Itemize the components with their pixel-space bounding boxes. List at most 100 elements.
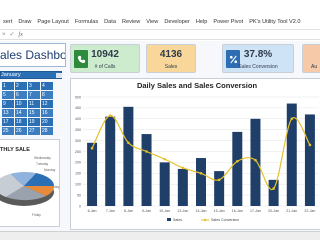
y-tick-label: 250 [75, 150, 81, 154]
sales-bar[interactable] [196, 158, 206, 206]
sales-conversion-point[interactable] [108, 114, 112, 117]
daily-sales-chart: Daily Sales and Sales Conversion 6-Jan 7-… [75, 81, 319, 222]
kpi-sales-value: 4136 [159, 49, 183, 60]
tab-page-layout[interactable]: Page Layout [34, 19, 71, 25]
calendar-day[interactable]: 25 [2, 127, 14, 135]
sales-bar[interactable] [159, 162, 170, 206]
sales-conversion-point[interactable] [254, 158, 257, 162]
tab-insert[interactable]: sert [0, 19, 15, 25]
calendar-day[interactable]: 28 [41, 127, 53, 135]
sales-bar[interactable] [214, 171, 225, 206]
x-tick-label: 13-Jan [177, 209, 188, 213]
sales-conversion-point[interactable] [163, 157, 166, 161]
sales-conversion-point[interactable] [199, 172, 203, 175]
sales-conversion-point[interactable] [90, 146, 94, 150]
calendar-day[interactable]: 6 [15, 91, 27, 99]
tab-formulas[interactable]: Formulas [72, 19, 101, 25]
kpi-sales-card[interactable]: 4136 Sales [146, 44, 196, 73]
calendar-day[interactable]: 1 [2, 82, 14, 90]
sales-bar[interactable] [268, 179, 279, 206]
sales-conversion-point[interactable] [308, 143, 312, 147]
calendar-day[interactable]: 27 [28, 127, 40, 135]
calendar-day[interactable]: 10 [15, 100, 27, 108]
kpi-conversion-card[interactable]: 37.8% Sales Conversion [222, 44, 294, 73]
x-tick-label: 8-Jan [124, 209, 133, 213]
sales-conversion-point[interactable] [127, 141, 130, 145]
sales-bar[interactable] [177, 168, 188, 206]
calendar-day[interactable]: 14 [15, 109, 27, 117]
calendar-day[interactable]: 9 [2, 100, 14, 108]
y-tick-label: 0 [79, 204, 81, 208]
x-tick-label: 14-Jan [196, 209, 207, 213]
calendar-day[interactable]: 19 [28, 118, 40, 126]
check-icon[interactable]: ✓ [10, 31, 15, 38]
y-tick-label: 150 [75, 172, 81, 176]
tab-help[interactable]: Help [193, 19, 211, 25]
ribbon-tabs: sert Draw Page Layout Formulas Data Revi… [0, 14, 320, 30]
y-tick-label: 400 [75, 117, 81, 121]
x-tick-label: 17-Jan [250, 209, 261, 213]
chart-title: Daily Sales and Sales Conversion [137, 81, 257, 90]
kpi-extra-card[interactable]: Au [302, 44, 320, 73]
calendar-day[interactable]: 11 [28, 100, 40, 108]
y-tick-label: 300 [75, 139, 81, 143]
sales-conversion-point[interactable] [181, 166, 185, 170]
calendar-day[interactable]: 16 [41, 109, 53, 117]
pie-label-wednesday: Wednesday [34, 156, 51, 160]
filter-clear-icon[interactable] [56, 73, 62, 78]
x-tick-label: 20-Jan [268, 209, 279, 213]
calendar-day[interactable]: 18 [15, 118, 27, 126]
tab-developer[interactable]: Developer [161, 19, 193, 25]
calendar-day[interactable]: 26 [15, 127, 27, 135]
kpi-conversion-label: Sales Conversion [238, 64, 278, 70]
legend-label-sales: Sales [173, 218, 182, 222]
calendar-day[interactable]: 4 [41, 82, 53, 90]
dashboard-title-box: Sales Dashboard [0, 43, 66, 67]
tab-draw[interactable]: Draw [15, 19, 34, 25]
kpi-calls-value: 10942 [91, 49, 119, 60]
x-tick-label: 7-Jan [106, 209, 115, 213]
tab-utility-tool[interactable]: PK's Utility Tool V2.0 [246, 19, 303, 25]
sales-bar[interactable] [105, 116, 116, 206]
sales-bar[interactable] [87, 142, 98, 206]
sheet-tab-strip [0, 231, 320, 240]
sales-bar[interactable] [232, 131, 243, 206]
x-tick-label: 22-Jan [304, 209, 315, 213]
sales-conversion-point[interactable] [272, 187, 275, 190]
sales-conversion-point[interactable] [236, 160, 239, 163]
tab-data[interactable]: Data [101, 19, 119, 25]
y-tick-label: 500 [75, 95, 81, 99]
calendar-slicer-grid: 1 2 3 4 5 6 7 8 9 10 11 12 13 14 15 16 17 18 19 20 25 26 27 28 [0, 82, 62, 135]
tab-view[interactable]: View [143, 19, 161, 25]
y-tick-label: 450 [75, 106, 81, 110]
tab-power-pivot[interactable]: Power Pivot [210, 19, 246, 25]
pie-label-monday: Monday [44, 168, 56, 172]
x-tick-label: 21-Jan [286, 209, 297, 213]
function-icon[interactable]: fx [19, 32, 23, 38]
x-tick-label: 6-Jan [88, 209, 97, 213]
sales-bar[interactable] [304, 114, 315, 206]
x-tick-label: 10-Jan [159, 209, 170, 213]
kpi-calls-card[interactable]: 10942 # of Calls [70, 44, 140, 73]
sales-bar[interactable] [123, 106, 134, 206]
calendar-day[interactable]: 15 [28, 109, 40, 117]
y-tick-label: 200 [75, 161, 81, 165]
calendar-day[interactable]: 7 [28, 91, 40, 99]
sales-conversion-point[interactable] [217, 178, 221, 182]
sales-bar[interactable] [250, 118, 261, 206]
calendar-day[interactable]: 5 [2, 91, 14, 99]
cancel-icon[interactable]: × [2, 32, 6, 38]
sales-conversion-point[interactable] [145, 150, 148, 153]
calendar-day[interactable]: 20 [41, 118, 53, 126]
calendar-day[interactable]: 12 [41, 100, 53, 108]
y-tick-label: 50 [77, 193, 81, 197]
sales-bar[interactable] [141, 134, 152, 206]
tab-review[interactable]: Review [119, 19, 143, 25]
calendar-day[interactable]: 8 [41, 91, 53, 99]
calendar-day[interactable]: 17 [2, 118, 14, 126]
sales-conversion-point[interactable] [290, 117, 294, 121]
calendar-day[interactable]: 2 [15, 82, 27, 90]
x-tick-label: 16-Jan [232, 209, 243, 213]
calendar-day[interactable]: 3 [28, 82, 40, 90]
calendar-day[interactable]: 13 [2, 109, 14, 117]
